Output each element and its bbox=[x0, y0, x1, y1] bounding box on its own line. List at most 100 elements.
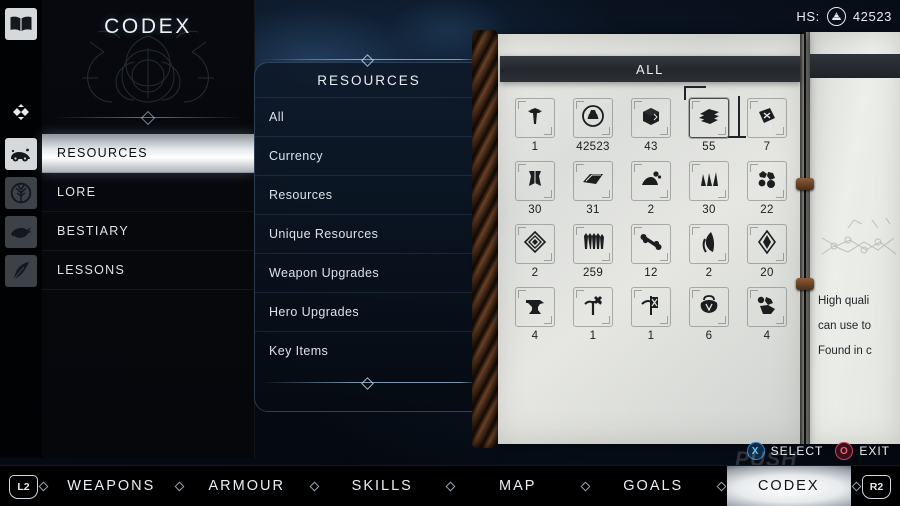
item-cell-selected[interactable]: 55 bbox=[680, 86, 746, 153]
item-qty: 7 bbox=[763, 141, 771, 153]
tab-separator bbox=[445, 481, 456, 492]
rail-item-resources[interactable] bbox=[5, 138, 37, 170]
book-banner: ALL bbox=[500, 56, 800, 82]
item-grid: 1 42523 43 55 7 30 31 2 30 22 2 259 12 2… bbox=[506, 86, 796, 342]
hs-label: HS: bbox=[796, 9, 820, 24]
item-slot bbox=[747, 224, 787, 264]
item-cell[interactable]: 2 bbox=[506, 224, 564, 279]
sidebar-item-label: LESSONS bbox=[57, 263, 126, 277]
item-cell[interactable]: 259 bbox=[564, 224, 622, 279]
item-slot bbox=[573, 224, 613, 264]
category-label: Resources bbox=[269, 188, 333, 202]
rail-item-lessons[interactable] bbox=[5, 255, 37, 287]
item-cell[interactable]: 2 bbox=[680, 224, 738, 279]
item-slot bbox=[631, 287, 671, 327]
diamond-icon bbox=[38, 481, 49, 492]
book-clasp-upper bbox=[796, 178, 814, 190]
tab-map[interactable]: MAP bbox=[456, 466, 581, 506]
category-item-currency[interactable]: Currency bbox=[255, 136, 483, 175]
tab-weapons[interactable]: WEAPONS bbox=[49, 466, 174, 506]
item-cell[interactable]: 43 bbox=[622, 98, 680, 153]
item-qty: 2 bbox=[647, 204, 655, 216]
item-cell[interactable]: 6 bbox=[680, 287, 738, 342]
resources-panel-title: RESOURCES bbox=[317, 72, 421, 88]
dpad-icon bbox=[8, 103, 34, 121]
tab-separator bbox=[38, 481, 49, 492]
item-cell[interactable]: 30 bbox=[680, 161, 738, 216]
item-cell[interactable]: 7 bbox=[738, 98, 796, 153]
tab-goals[interactable]: GOALS bbox=[591, 466, 716, 506]
tab-separator bbox=[716, 481, 727, 492]
rune-diagram bbox=[821, 217, 897, 255]
hammer-icon bbox=[524, 105, 546, 132]
item-slot bbox=[515, 224, 555, 264]
item-qty: 1 bbox=[589, 330, 597, 342]
description-paragraph-2: can use to bbox=[818, 320, 872, 332]
category-item-all[interactable]: All bbox=[255, 97, 483, 136]
item-cell[interactable]: 42523 bbox=[564, 98, 622, 153]
item-cell[interactable]: 4 bbox=[506, 287, 564, 342]
category-item-weapon-upgrades[interactable]: Weapon Upgrades bbox=[255, 253, 483, 292]
arrows-icon bbox=[581, 232, 605, 257]
rail-item-dpad[interactable] bbox=[5, 96, 37, 128]
book-clasp-lower bbox=[796, 278, 814, 290]
ore-pile-icon bbox=[639, 169, 663, 194]
category-item-unique-resources[interactable]: Unique Resources bbox=[255, 214, 483, 253]
tab-separator bbox=[851, 481, 862, 492]
icon-rail bbox=[0, 0, 43, 458]
tab-codex[interactable]: CODEX bbox=[726, 466, 851, 506]
sidebar-item-lessons[interactable]: LESSONS bbox=[42, 251, 254, 290]
item-cell[interactable]: 4 bbox=[738, 287, 796, 342]
rail-item-bestiary[interactable] bbox=[5, 216, 37, 248]
item-cell[interactable]: 1 bbox=[564, 287, 622, 342]
item-slot bbox=[631, 98, 671, 138]
tab-skills[interactable]: SKILLS bbox=[320, 466, 445, 506]
beast-icon bbox=[9, 223, 33, 241]
item-cell[interactable]: 12 bbox=[622, 224, 680, 279]
category-label: Unique Resources bbox=[269, 227, 379, 241]
hs-value: 42523 bbox=[852, 9, 892, 24]
anvil-icon bbox=[523, 294, 547, 321]
totem-icon bbox=[582, 294, 604, 321]
item-slot bbox=[631, 161, 671, 201]
sidebar-item-label: LORE bbox=[57, 185, 97, 199]
item-cell[interactable]: 30 bbox=[506, 161, 564, 216]
item-cell[interactable]: 31 bbox=[564, 161, 622, 216]
category-item-key-items[interactable]: Key Items bbox=[255, 331, 483, 370]
prompt-select[interactable]: X SELECT bbox=[746, 442, 824, 460]
item-slot bbox=[689, 161, 729, 201]
rail-item-codex[interactable] bbox=[5, 8, 37, 40]
sidebar-item-bestiary[interactable]: BESTIARY bbox=[42, 212, 254, 251]
item-qty: 55 bbox=[702, 141, 716, 153]
category-item-hero-upgrades[interactable]: Hero Upgrades bbox=[255, 292, 483, 331]
rail-item-lore[interactable] bbox=[5, 177, 37, 209]
prompt-exit[interactable]: O EXIT bbox=[835, 442, 890, 460]
book-gutter bbox=[800, 32, 810, 444]
item-cell[interactable]: 2 bbox=[622, 161, 680, 216]
l2-shoulder-button[interactable]: L2 bbox=[9, 474, 38, 499]
r2-shoulder-button[interactable]: R2 bbox=[862, 474, 891, 499]
codex-book: ALL 1 42523 43 55 7 30 31 2 30 22 2 259 … bbox=[460, 20, 900, 460]
item-qty: 42523 bbox=[576, 141, 610, 153]
item-qty: 22 bbox=[760, 204, 774, 216]
quill-icon bbox=[10, 260, 32, 282]
diamond-icon bbox=[445, 481, 455, 492]
item-cell[interactable]: 1 bbox=[622, 287, 680, 342]
sidebar-item-lore[interactable]: LORE bbox=[42, 173, 254, 212]
item-qty: 1 bbox=[647, 330, 655, 342]
category-item-resources[interactable]: Resources bbox=[255, 175, 483, 214]
open-book-icon bbox=[9, 15, 33, 33]
tab-separator bbox=[174, 481, 185, 492]
resources-category-panel: RESOURCES All Currency Resources Unique … bbox=[254, 54, 483, 412]
item-cell[interactable]: 20 bbox=[738, 224, 796, 279]
item-cell[interactable]: 1 bbox=[506, 98, 564, 153]
item-slot bbox=[747, 287, 787, 327]
item-slot bbox=[573, 287, 613, 327]
shards-icon bbox=[698, 169, 720, 194]
tab-armour[interactable]: ARMOUR bbox=[185, 466, 310, 506]
item-qty: 43 bbox=[644, 141, 658, 153]
diamond-icon bbox=[580, 481, 591, 492]
sidebar-item-resources[interactable]: RESOURCES bbox=[42, 134, 254, 173]
item-slot bbox=[573, 98, 613, 138]
item-cell[interactable]: 22 bbox=[738, 161, 796, 216]
